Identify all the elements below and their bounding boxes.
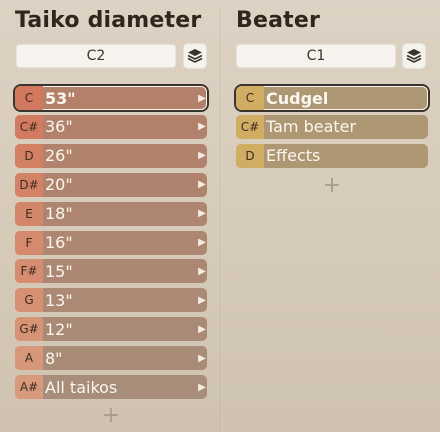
list-item[interactable]: C# Tam beater — [236, 114, 428, 139]
chevron-right-icon: ▶ — [198, 323, 206, 335]
list-item[interactable]: A# All taikos ▶ — [15, 375, 207, 399]
layers-icon — [187, 49, 203, 63]
item-label: 8" — [45, 348, 63, 368]
beater-panel: Beater C1 C Cudgel C# Tam beater D Effects + — [222, 0, 440, 432]
add-item-button[interactable]: + — [101, 404, 121, 426]
note-key: C# — [236, 114, 264, 139]
chevron-right-icon: ▶ — [198, 265, 206, 277]
chevron-right-icon: ▶ — [198, 208, 206, 220]
item-label: 12" — [45, 319, 73, 339]
item-label: 26" — [45, 146, 73, 166]
item-label: 18" — [45, 204, 73, 224]
note-key: A — [15, 346, 43, 371]
note-key: D — [236, 143, 264, 168]
layers-icon — [406, 49, 422, 63]
add-item-button[interactable]: + — [322, 174, 342, 196]
note-key: F# — [15, 259, 43, 284]
taiko-diameter-panel: Taiko diameter C2 C 53" ▶ C# 36" ▶ D 26" ▶ D# 20" ▶… — [0, 0, 220, 432]
item-label: Effects — [266, 146, 321, 166]
list-item[interactable]: D# 20" ▶ — [15, 172, 207, 197]
note-key: G# — [15, 317, 43, 342]
panel-title: Beater — [236, 8, 321, 33]
item-label: 15" — [45, 261, 73, 281]
item-label: 53" — [45, 88, 76, 108]
note-key: G — [15, 288, 43, 313]
articulation-selector[interactable]: C1 — [236, 44, 396, 68]
chevron-right-icon: ▶ — [198, 381, 206, 393]
note-key: D — [15, 143, 43, 168]
note-key: F — [15, 230, 43, 255]
list-item[interactable]: C# 36" ▶ — [15, 114, 207, 139]
note-key: C — [15, 86, 43, 110]
panel-title: Taiko diameter — [15, 8, 202, 33]
list-item[interactable]: C 53" ▶ — [15, 86, 207, 110]
note-key: E — [15, 201, 43, 226]
list-item[interactable]: E 18" ▶ — [15, 201, 207, 226]
item-label: 36" — [45, 117, 73, 137]
list-item[interactable]: F# 15" ▶ — [15, 259, 207, 284]
item-label: 16" — [45, 233, 73, 252]
chevron-right-icon: ▶ — [198, 237, 206, 248]
list-item[interactable]: A 8" ▶ — [15, 346, 207, 371]
list-item[interactable]: D 26" ▶ — [15, 143, 207, 168]
layers-button[interactable] — [183, 43, 207, 69]
list-item[interactable]: D Effects — [236, 143, 428, 168]
list-item[interactable]: G 13" ▶ — [15, 288, 207, 313]
chevron-right-icon: ▶ — [198, 179, 206, 191]
item-label: All taikos — [45, 377, 118, 397]
list-item[interactable]: G# 12" ▶ — [15, 317, 207, 342]
chevron-right-icon: ▶ — [198, 294, 206, 306]
note-key: C# — [15, 114, 43, 139]
note-key: C — [236, 86, 264, 110]
list-item[interactable]: C Cudgel — [236, 86, 428, 110]
articulation-selector[interactable]: C2 — [16, 44, 176, 68]
item-label: 20" — [45, 175, 73, 195]
chevron-right-icon: ▶ — [198, 150, 206, 162]
chevron-right-icon: ▶ — [198, 92, 206, 104]
item-label: Cudgel — [266, 88, 329, 108]
item-label: Tam beater — [266, 117, 357, 137]
layers-button[interactable] — [402, 43, 426, 69]
chevron-right-icon: ▶ — [198, 121, 206, 133]
chevron-right-icon: ▶ — [198, 352, 206, 364]
note-key: A# — [15, 375, 43, 399]
item-label: 13" — [45, 290, 73, 310]
list-item[interactable]: F 16" ▶ — [15, 230, 207, 255]
note-key: D# — [15, 172, 43, 197]
